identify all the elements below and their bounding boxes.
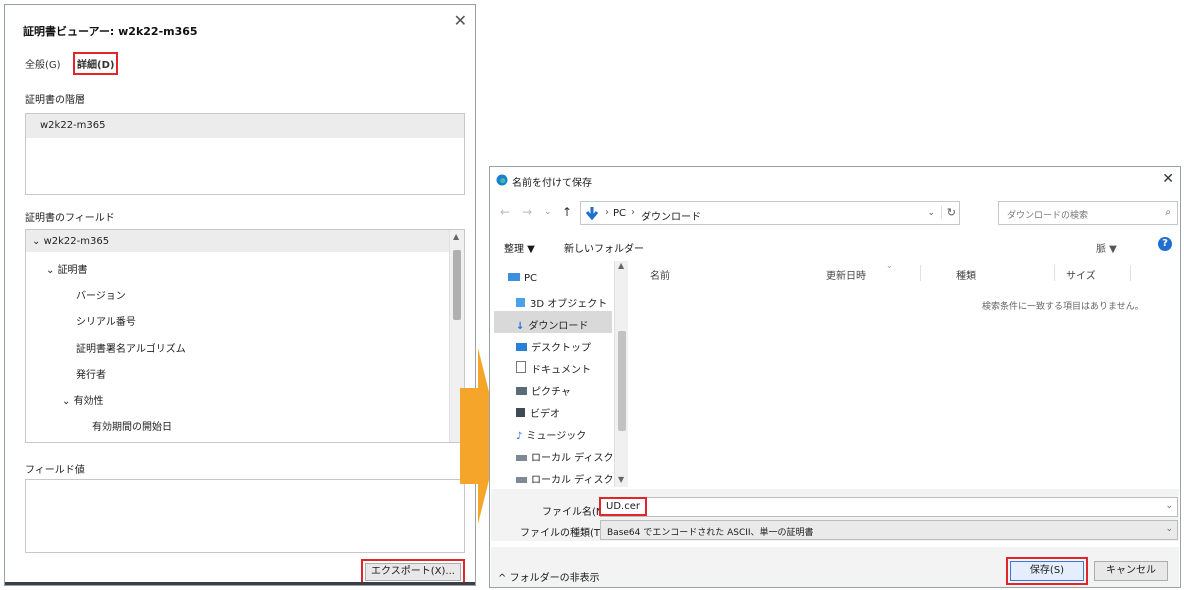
chevron-down-icon[interactable]: ⌄ [1165, 501, 1173, 511]
save-button[interactable]: 保存(S) [1006, 557, 1088, 585]
pc-icon [508, 273, 520, 281]
nav-item-local-disk[interactable]: ローカル ディスク (C [516, 449, 628, 464]
navigation-pane: PC 3D オブジェクト ↓ ダウンロード デスクトップ ドキュメント ピクチャ … [494, 261, 628, 487]
nav-item-music[interactable]: ♪ ミュージック [516, 427, 586, 442]
search-input[interactable]: ダウンロードの検索 ⌕ [998, 201, 1178, 225]
local-disk-icon [516, 455, 527, 461]
back-icon[interactable]: ← [500, 205, 510, 219]
nav-item-3d-objects[interactable]: 3D オブジェクト [516, 295, 607, 310]
nav-scrollbar[interactable]: ▲ ▼ [614, 261, 628, 487]
tree-item[interactable]: ⌄ 証明書 [46, 261, 88, 276]
tree-item[interactable]: シリアル番号 [76, 313, 136, 328]
nav-item-documents[interactable]: ドキュメント [516, 361, 591, 376]
tab-details[interactable]: 詳細(D) [72, 52, 119, 75]
view-options-button[interactable]: 脈 ▼ [1096, 240, 1117, 255]
fields-title: 証明書のフィールド [25, 213, 115, 224]
save-as-dialog: 名前を付けて保存 ✕ ← → ⌄ ↑ › PC › ダウンロード ⌄ ↻ ダウン… [489, 166, 1181, 588]
help-icon[interactable]: ? [1158, 237, 1172, 251]
certificate-fields-tree: ⌄ w2k22-m365 ⌄ 証明書 バージョン シリアル番号 証明書署名アルゴ… [25, 229, 465, 443]
refresh-icon[interactable]: ↻ [940, 206, 956, 219]
column-type[interactable]: 種類 [956, 267, 976, 282]
cancel-button[interactable]: キャンセル [1094, 561, 1168, 581]
nav-item-desktop[interactable]: デスクトップ [516, 339, 591, 354]
desktop-icon [516, 343, 527, 351]
tree-item[interactable]: ⌄ w2k22-m365 [32, 236, 109, 247]
filetype-select[interactable]: Base64 でエンコードされた ASCII、単一の証明書 ⌄ [600, 520, 1178, 540]
address-bar[interactable]: › PC › ダウンロード ⌄ ↻ [580, 201, 960, 225]
chevron-up-icon: ^ [498, 573, 507, 584]
tree-item[interactable]: バージョン [76, 287, 126, 302]
video-icon [516, 408, 525, 417]
nav-item-downloads[interactable]: ↓ ダウンロード [516, 317, 588, 332]
organize-button[interactable]: 整理 ▼ [504, 240, 535, 255]
recent-locations-icon[interactable]: ⌄ [544, 207, 552, 217]
3d-objects-icon [516, 298, 525, 307]
close-icon[interactable]: ✕ [1162, 171, 1174, 187]
scrollbar-thumb[interactable] [453, 250, 461, 320]
tree-item[interactable]: 証明書署名アルゴリズム [76, 340, 186, 355]
hierarchy-item[interactable]: w2k22-m365 [26, 114, 464, 138]
search-icon[interactable]: ⌕ [1165, 207, 1171, 218]
close-icon[interactable]: ✕ [454, 11, 467, 30]
window-bottom-bar [5, 582, 475, 585]
nav-item-pictures[interactable]: ピクチャ [516, 383, 571, 398]
window-title: 証明書ビューアー: w2k22-m365 [23, 25, 198, 38]
music-icon: ♪ [516, 431, 523, 442]
sort-indicator-icon: ⌄ [886, 261, 893, 270]
filetype-label: ファイルの種類(T): [520, 528, 608, 539]
column-size[interactable]: サイズ [1066, 267, 1096, 282]
scroll-up-icon[interactable]: ▲ [618, 261, 624, 270]
scroll-down-icon[interactable]: ▼ [618, 475, 624, 484]
tree-item[interactable]: 有効期間の開始日 [92, 418, 172, 433]
tree-item[interactable]: ⌄ 有効性 [62, 392, 104, 407]
document-icon [516, 361, 526, 373]
file-list: 名前 ⌄ 更新日時 種類 サイズ 検索条件に一致する項目はありません。 [630, 261, 1180, 487]
local-disk-icon [516, 477, 527, 483]
chevron-down-icon[interactable]: ⌄ [927, 208, 935, 218]
nav-item-local-disk-2[interactable]: ローカル ディスク (C [516, 471, 628, 486]
edge-icon [496, 174, 508, 186]
hide-folders-toggle[interactable]: ^ フォルダーの非表示 [498, 569, 600, 584]
tab-general[interactable]: 全般(G) [25, 56, 61, 71]
scrollbar-thumb[interactable] [618, 331, 626, 431]
dialog-title: 名前を付けて保存 [512, 178, 592, 189]
chevron-down-icon[interactable]: ⌄ [1165, 524, 1173, 534]
up-icon[interactable]: ↑ [562, 205, 572, 219]
tree-item[interactable]: 発行者 [76, 366, 106, 381]
pictures-icon [516, 387, 527, 395]
download-icon [586, 207, 598, 221]
column-name[interactable]: 名前 [650, 267, 670, 282]
certificate-hierarchy-list: w2k22-m365 [25, 113, 465, 195]
empty-message: 検索条件に一致する項目はありません。 [982, 302, 1144, 312]
scroll-up-icon[interactable]: ▲ [453, 232, 459, 241]
new-folder-button[interactable]: 新しいフォルダー [564, 240, 644, 255]
field-value-title: フィールド値 [25, 465, 85, 476]
filename-input[interactable]: UD.cer ⌄ [599, 497, 1178, 517]
column-modified[interactable]: 更新日時 [826, 267, 866, 282]
breadcrumb-downloads[interactable]: ダウンロード [641, 208, 701, 223]
field-value-box[interactable] [25, 479, 465, 553]
nav-item-pc[interactable]: PC [508, 273, 537, 284]
breadcrumb-pc[interactable]: PC [613, 208, 626, 219]
hierarchy-title: 証明書の階層 [25, 95, 85, 106]
export-button[interactable]: エクスポート(X)... [361, 559, 465, 585]
download-icon: ↓ [516, 321, 525, 332]
certificate-viewer-window: ✕ 証明書ビューアー: w2k22-m365 全般(G) 詳細(D) 証明書の階… [4, 4, 476, 586]
forward-icon[interactable]: → [522, 205, 532, 219]
nav-item-videos[interactable]: ビデオ [516, 405, 560, 420]
